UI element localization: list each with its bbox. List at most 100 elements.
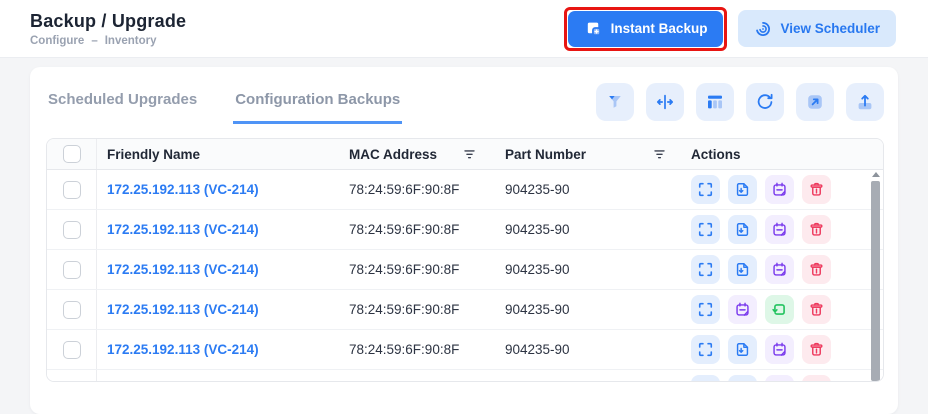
mac-address-cell: 78:24:59:6F:90:8F <box>343 370 499 381</box>
delete-button[interactable] <box>802 175 831 204</box>
row-checkbox-cell <box>47 290 97 329</box>
note-icon <box>771 341 788 358</box>
device-link[interactable]: 172.25.192.113 (VC-214) <box>107 262 259 277</box>
export-icon <box>805 92 825 112</box>
expand-icon <box>697 221 714 238</box>
delete-icon <box>808 261 825 278</box>
view-scheduler-button[interactable]: View Scheduler <box>738 10 896 47</box>
row-actions <box>689 290 883 329</box>
table-row: 172.25.192.113 (VC-214) 78:24:59:6F:90:8… <box>47 330 883 370</box>
expand-button[interactable] <box>691 335 720 364</box>
device-link[interactable]: 172.25.192.113 (VC-214) <box>107 342 259 357</box>
expand-button[interactable] <box>691 295 720 324</box>
note-button[interactable] <box>765 255 794 284</box>
delete-icon <box>808 181 825 198</box>
part-number-cell: 904235-90 <box>505 262 570 277</box>
row-checkbox-cell <box>47 250 97 289</box>
refresh-icon <box>755 92 775 112</box>
delete-icon <box>808 381 825 382</box>
tab-scheduled-upgrades[interactable]: Scheduled Upgrades <box>46 79 199 124</box>
column-header-mac-address[interactable]: MAC Address <box>343 139 499 169</box>
row-checkbox[interactable] <box>62 300 81 319</box>
device-link[interactable]: 172.25.192.113 (VC-214) <box>107 222 259 237</box>
download-button[interactable] <box>728 335 757 364</box>
download-icon <box>734 341 751 358</box>
columns-button[interactable] <box>696 82 734 121</box>
column-header-part-number[interactable]: Part Number <box>499 139 689 169</box>
delete-button[interactable] <box>802 215 831 244</box>
row-checkbox[interactable] <box>62 340 81 359</box>
expand-button[interactable] <box>691 255 720 284</box>
tab-configuration-backups[interactable]: Configuration Backups <box>233 79 403 124</box>
table-body: 172.25.192.113 (VC-214) 78:24:59:6F:90:8… <box>47 170 883 382</box>
delete-button[interactable] <box>802 335 831 364</box>
breadcrumb-parent[interactable]: Configure <box>30 35 84 47</box>
download-icon <box>734 181 751 198</box>
mac-address-header-label: MAC Address <box>349 146 438 162</box>
expand-button[interactable] <box>691 175 720 204</box>
expand-button[interactable] <box>691 375 720 382</box>
delete-button[interactable] <box>802 295 831 324</box>
refresh-button[interactable] <box>746 82 784 121</box>
note-icon <box>771 181 788 198</box>
table-toolbar <box>596 82 884 121</box>
select-all-checkbox[interactable] <box>62 145 81 163</box>
mac-address-cell: 78:24:59:6F:90:8F <box>349 342 460 357</box>
column-header-actions: Actions <box>691 146 741 162</box>
expand-icon <box>697 381 714 382</box>
instant-backup-highlight: Instant Backup <box>563 6 728 51</box>
header-checkbox-cell <box>47 139 97 169</box>
download-button[interactable] <box>728 215 757 244</box>
title-block: Backup / Upgrade Configure – Inventory <box>30 11 186 47</box>
row-actions <box>689 330 883 369</box>
device-link[interactable]: 172.25.192.113 (VC-214) <box>107 302 259 317</box>
note-button[interactable] <box>765 375 794 381</box>
note-button[interactable] <box>765 175 794 204</box>
scrollbar-thumb[interactable] <box>871 181 880 381</box>
expand-icon <box>697 181 714 198</box>
table-row: 172.25.192.113 (VC-214) 78:24:59:6F:90:8… <box>47 210 883 250</box>
row-checkbox[interactable] <box>62 220 81 239</box>
column-resize-button[interactable] <box>646 82 684 121</box>
part-number-cell: 904235-90 <box>505 222 570 237</box>
friendly-name-cell: 172.25.192.113 (VC-214) <box>97 170 343 209</box>
breadcrumb-current[interactable]: Inventory <box>105 35 157 47</box>
note-button[interactable] <box>765 335 794 364</box>
friendly-name-cell: 172.25.192.113 (VC-214) <box>97 250 343 289</box>
note-button[interactable] <box>765 215 794 244</box>
delete-button[interactable] <box>802 375 831 382</box>
delete-button[interactable] <box>802 255 831 284</box>
download-icon <box>734 261 751 278</box>
row-checkbox[interactable] <box>62 260 81 279</box>
download-button[interactable] <box>728 175 757 204</box>
part-number-cell: 904235-90 <box>499 370 689 381</box>
scrollbar-up-arrow[interactable] <box>871 172 880 177</box>
row-checkbox[interactable] <box>62 380 81 381</box>
download-button[interactable] <box>728 255 757 284</box>
mac-address-cell: 78:24:59:6F:90:8F <box>349 222 460 237</box>
expand-button[interactable] <box>691 215 720 244</box>
instant-backup-button[interactable]: Instant Backup <box>567 10 724 47</box>
row-actions <box>689 170 883 209</box>
download-button[interactable] <box>728 375 757 382</box>
header-actions: Instant Backup View Scheduler <box>563 6 896 51</box>
column-header-friendly-name[interactable]: Friendly Name <box>97 139 343 169</box>
row-checkbox-cell <box>47 210 97 249</box>
page-header: Backup / Upgrade Configure – Inventory I… <box>0 0 928 58</box>
filter-button[interactable] <box>596 82 634 121</box>
upload-button[interactable] <box>846 82 884 121</box>
restore-button[interactable] <box>765 295 794 324</box>
breadcrumb: Configure – Inventory <box>30 35 186 47</box>
device-link[interactable]: 172.25.192.113 (VC-214) <box>107 182 259 197</box>
column-resize-icon <box>655 92 675 112</box>
friendly-name-cell: 172.25.192.113 (VC-214) <box>97 210 343 249</box>
filter-lines-icon[interactable] <box>462 147 477 162</box>
filter-lines-icon[interactable] <box>652 147 667 162</box>
export-button[interactable] <box>796 82 834 121</box>
row-actions <box>689 210 883 249</box>
download-icon <box>734 381 751 382</box>
note-button[interactable] <box>728 295 757 324</box>
part-number-cell: 904235-90 <box>505 342 570 357</box>
row-checkbox[interactable] <box>62 180 81 199</box>
download-icon <box>734 221 751 238</box>
